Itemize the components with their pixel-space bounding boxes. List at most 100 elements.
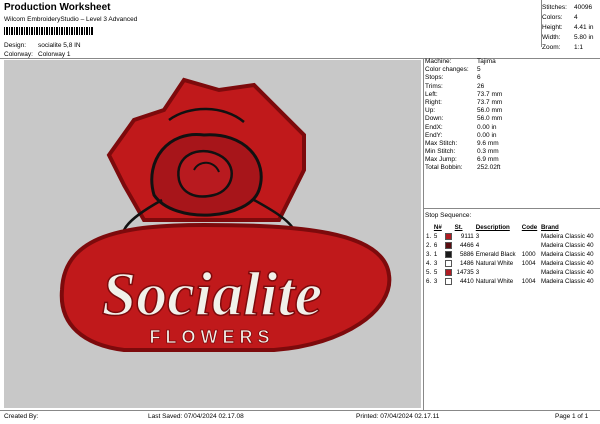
stop-description: 3: [475, 269, 480, 276]
design-label: Design:: [4, 42, 27, 49]
stop-description: Emerald Black: [475, 251, 516, 258]
property-label: Left:: [425, 90, 438, 98]
property-value: 73.7 mm: [477, 90, 503, 98]
stop-brand: Madeira Classic 40: [540, 269, 594, 276]
col-n: N#: [433, 224, 442, 231]
property-row: Machine: Tajima: [425, 58, 600, 66]
stop-needle: 1: [433, 251, 438, 258]
property-value: 56.0 mm: [477, 115, 503, 123]
stop-sequence-header: N# St. Description Code Brand: [425, 223, 600, 232]
col-code: Code: [521, 224, 538, 231]
stop-description: Natural White: [475, 260, 514, 267]
zoom-value: 1:1: [574, 44, 584, 51]
property-row: Trims: 26: [425, 83, 600, 91]
property-row: Stops: 6: [425, 74, 600, 82]
design-row: Design: socialite 5,8 IN: [4, 42, 81, 49]
property-label: EndY:: [425, 131, 443, 139]
stop-row: 6. 3 4410 Natural White 1004 Madeira Classic …: [425, 277, 600, 286]
stop-brand: Madeira Classic 40: [540, 242, 594, 249]
summary-panel: Stitches: 40096 Colors: 4 Height: 4.41 in W…: [542, 3, 600, 53]
design-value: socialite 5,8 IN: [38, 42, 81, 49]
color-swatch: [444, 259, 452, 267]
colors-value: 4: [574, 14, 578, 21]
stop-row: 1. 5 9111 3 Madeira Classic 40: [425, 232, 600, 241]
stop-brand: Madeira Classic 40: [540, 251, 594, 258]
width-label: Width:: [542, 34, 561, 41]
color-swatch: [444, 241, 452, 249]
stop-brand: Madeira Classic 40: [540, 278, 594, 285]
panel-divider: [423, 58, 424, 410]
property-label: Right:: [425, 98, 442, 106]
barcode: [4, 27, 94, 35]
property-value: 0.00 in: [477, 123, 497, 131]
stop-index: 6.: [426, 278, 432, 285]
colorway-row: Colorway: Colorway 1: [4, 51, 71, 58]
property-row: Right: 73.7 mm: [425, 99, 600, 107]
property-label: Max Jump:: [425, 156, 457, 164]
property-label: Down:: [425, 115, 444, 123]
stop-code: 1000: [521, 251, 536, 258]
col-st: St.: [454, 224, 463, 231]
created-by: Created By:: [4, 413, 39, 420]
property-value: 56.0 mm: [477, 107, 503, 115]
property-label: Max Stitch:: [425, 139, 458, 147]
colors-label: Colors:: [542, 14, 563, 21]
property-value: 0.00 in: [477, 131, 497, 139]
colorway-label: Colorway:: [4, 51, 33, 58]
design-sub-text: FLOWERS: [150, 327, 275, 347]
zoom-label: Zoom:: [542, 44, 561, 51]
col-description: Description: [475, 224, 510, 231]
property-value: 0.3 mm: [477, 148, 499, 156]
stop-sequence-title: Stop Sequence:: [425, 212, 472, 219]
stop-sequence-table: N# St. Description Code Brand 1. 5 9111 3 Ma…: [425, 223, 600, 286]
stop-stitches: 14735: [456, 269, 474, 276]
property-label: Machine:: [425, 58, 452, 65]
stop-stitches: 9111: [460, 233, 474, 240]
stop-code: 1004: [521, 260, 536, 267]
stop-brand: Madeira Classic 40: [540, 260, 594, 267]
stop-description: 3: [475, 233, 480, 240]
page-title: Production Worksheet: [4, 2, 111, 13]
stop-code: [521, 268, 540, 277]
stop-row: 3. 1 5886 Emerald Black 1000 Madeira Classic …: [425, 250, 600, 259]
page-number: Page 1 of 1: [555, 413, 589, 420]
stop-needle: 5: [433, 233, 438, 240]
stop-description: 4: [475, 242, 480, 249]
embroidery-artwork: Socialite FLOWERS: [59, 77, 392, 352]
stop-row: 5. 5 14735 3 Madeira Classic 40: [425, 268, 600, 277]
property-value: 6.9 mm: [477, 156, 499, 164]
colorway-value: Colorway 1: [38, 51, 71, 58]
property-label: Stops:: [425, 74, 444, 82]
property-value: 9.6 mm: [477, 139, 499, 147]
stop-description: Natural White: [475, 278, 514, 285]
property-row: Down: 56.0 mm: [425, 115, 600, 123]
property-value: Tajima: [477, 58, 496, 65]
property-row: EndY: 0.00 in: [425, 132, 600, 140]
property-value: 26: [477, 82, 485, 90]
stop-index: 3.: [426, 251, 432, 258]
color-swatch: [444, 232, 452, 240]
property-label: EndX:: [425, 123, 443, 131]
printed-date: Printed: 07/04/2024 02.17.11: [356, 413, 440, 420]
color-swatch: [444, 250, 452, 258]
property-value: 5: [477, 66, 481, 74]
property-value: 252.02ft: [477, 164, 501, 172]
design-preview: Socialite FLOWERS: [4, 60, 421, 408]
stop-code: [521, 232, 540, 241]
property-row: Max Stitch: 9.6 mm: [425, 140, 600, 148]
property-label: Trims:: [425, 82, 443, 90]
stitches-value: 40096: [574, 4, 593, 11]
stop-index: 2.: [426, 242, 432, 249]
property-row: Total Bobbin: 252.02ft: [425, 164, 600, 172]
property-row: Min Stitch: 0.3 mm: [425, 148, 600, 156]
property-row: Up: 56.0 mm: [425, 107, 600, 115]
property-row: Max Jump: 6.9 mm: [425, 156, 600, 164]
height-value: 4.41 in: [574, 24, 594, 31]
stop-index: 5.: [426, 269, 432, 276]
stop-index: 4.: [426, 260, 432, 267]
stop-stitches: 1486: [459, 260, 474, 267]
property-row: EndX: 0.00 in: [425, 124, 600, 132]
width-value: 5.80 in: [574, 34, 594, 41]
height-label: Height:: [542, 24, 563, 31]
stop-needle: 5: [433, 269, 438, 276]
